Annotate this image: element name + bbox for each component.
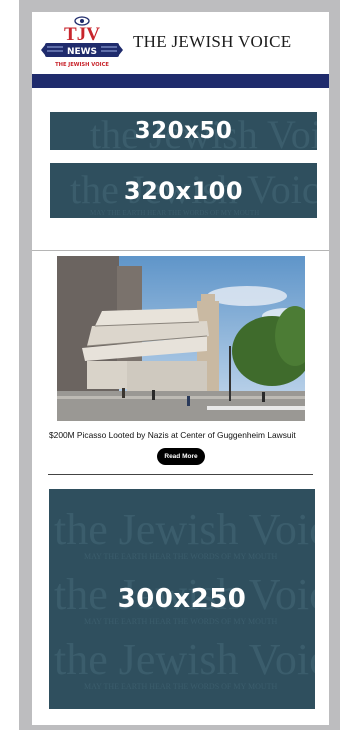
svg-text:MAY THE EARTH HEAR THE WORDS O: MAY THE EARTH HEAR THE WORDS OF MY MOUTH xyxy=(90,209,259,217)
ad-slot-300x250[interactable]: the Jewish Voice MAY THE EARTH HEAR THE … xyxy=(49,489,315,709)
email-panel: TJV NEWS THE JEWISH VOICE THE JEWISH VOI… xyxy=(32,12,329,725)
svg-text:the Jewish Voice: the Jewish Voice xyxy=(54,635,315,684)
article-headline[interactable]: $200M Picasso Looted by Nazis at Center … xyxy=(49,430,319,440)
ad-size-label: 320x50 xyxy=(134,118,233,144)
read-more-button[interactable]: Read More xyxy=(157,448,205,465)
svg-text:MAY THE EARTH HEAR THE WORDS O: MAY THE EARTH HEAR THE WORDS OF MY MOUTH xyxy=(84,617,278,626)
tjv-logo[interactable]: TJV NEWS THE JEWISH VOICE xyxy=(41,15,123,71)
site-title: THE JEWISH VOICE xyxy=(133,32,292,51)
site-header: TJV NEWS THE JEWISH VOICE THE JEWISH VOI… xyxy=(32,12,329,74)
svg-text:the Jewish Voice: the Jewish Voice xyxy=(54,505,315,554)
svg-text:MAY THE EARTH HEAR THE WORDS O: MAY THE EARTH HEAR THE WORDS OF MY MOUTH xyxy=(84,682,278,691)
logo-main-text: TJV xyxy=(64,24,100,45)
header-accent-bar xyxy=(32,74,329,88)
ad-slot-320x100[interactable]: the Jewish Voice MAY THE EARTH HEAR THE … xyxy=(50,163,317,218)
ad-size-label: 300x250 xyxy=(117,584,247,614)
ad-size-label: 320x100 xyxy=(123,176,244,205)
article-image-guggenheim[interactable] xyxy=(57,256,305,421)
ad-slot-320x50[interactable]: the Jewish Voice 320x50 xyxy=(50,112,317,150)
logo-news-text: NEWS xyxy=(67,47,97,57)
logo-sub-text: THE JEWISH VOICE xyxy=(55,62,109,68)
svg-text:MAY THE EARTH HEAR THE WORDS O: MAY THE EARTH HEAR THE WORDS OF MY MOUTH xyxy=(84,552,278,561)
section-divider xyxy=(32,250,329,251)
article-divider xyxy=(48,474,313,475)
